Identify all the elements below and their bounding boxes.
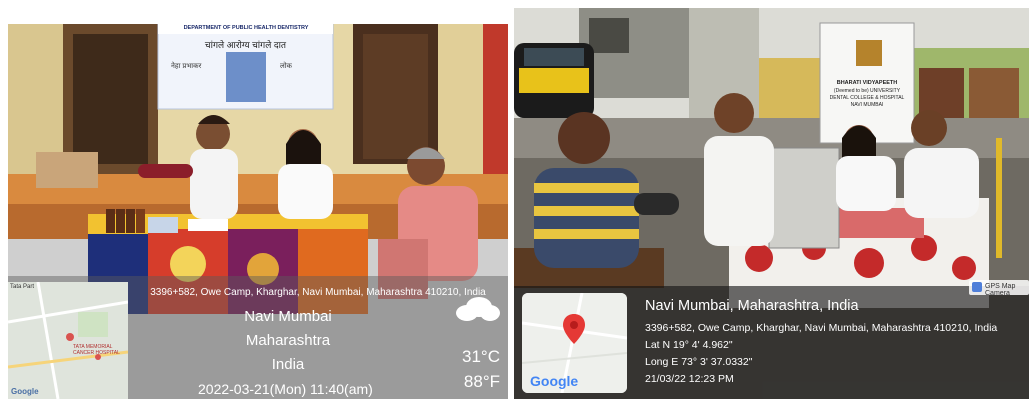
- right-photo: BHARATI VIDYAPEETH (Deemed to be) UNIVER…: [514, 8, 1029, 399]
- longitude-text: Long E 73° 3' 37.0332": [645, 356, 753, 368]
- mini-map: Google: [522, 293, 627, 393]
- address-text: 3396+582, Owe Camp, Kharghar, Navi Mumba…: [150, 287, 486, 298]
- banner-marathi-line2b: लोक: [280, 63, 292, 70]
- temperature-celsius: 31°C: [462, 347, 500, 366]
- banner-line4: NAVI MUMBAI: [850, 102, 884, 108]
- mini-map: Tata Part TATA MEMORIAL CANCER HOSPITAL …: [8, 281, 129, 399]
- location-pin-icon: [563, 314, 585, 344]
- map-label-top: Tata Part: [10, 284, 35, 290]
- banner-line1: BHARATI VIDYAPEETH: [836, 80, 898, 86]
- banner-line3: DENTAL COLLEGE & HOSPITAL: [829, 95, 905, 101]
- map-graphic: [8, 281, 129, 399]
- banner-line2: (Deemed to be) UNIVERSITY: [833, 88, 901, 94]
- city-text: Navi Mumbai: [244, 308, 332, 325]
- banner-marathi-line1: चांगले आरोग्य चांगले दात: [204, 40, 287, 50]
- cloud-weather-icon: [456, 297, 500, 321]
- banner-header-text: DEPARTMENT OF PUBLIC HEALTH DENTISTRY: [183, 25, 309, 31]
- left-photo: DEPARTMENT OF PUBLIC HEALTH DENTISTRY चा…: [8, 24, 508, 399]
- state-text: Maharashtra: [245, 332, 331, 349]
- gps-map-camera-badge: GPS Map Camera: [969, 280, 1029, 297]
- address-text: 3396+582, Owe Camp, Kharghar, Navi Mumba…: [645, 322, 998, 334]
- google-logo: Google: [530, 373, 579, 389]
- country-text: India: [271, 356, 305, 373]
- datetime-text: 2022-03-21(Mon) 11:40(am): [198, 381, 373, 397]
- google-logo: Google: [11, 387, 39, 396]
- camera-app-icon: [972, 282, 982, 292]
- banner-marathi-line2a: नेहा प्रभाकर: [171, 63, 202, 70]
- latitude-text: Lat N 19° 4' 4.962": [645, 339, 733, 351]
- map-label-hospital: TATA MEMORIAL CANCER HOSPITAL: [73, 344, 120, 356]
- badge-label: GPS Map Camera: [985, 283, 1016, 297]
- temperature-fahrenheit: 88°F: [463, 372, 500, 391]
- datetime-text: 21/03/22 12:23 PM: [645, 373, 734, 385]
- location-title: Navi Mumbai, Maharashtra, India: [645, 298, 859, 314]
